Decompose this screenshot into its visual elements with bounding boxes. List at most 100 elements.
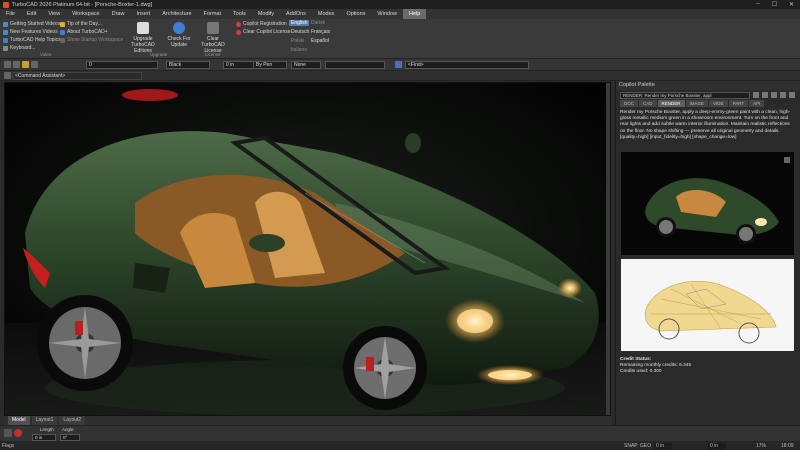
ribbon-group-upgrade: Upgrade bbox=[150, 52, 168, 57]
line-style-select[interactable] bbox=[325, 61, 385, 69]
stop-icon[interactable] bbox=[14, 429, 22, 437]
y-coordinate: 0 in bbox=[708, 442, 727, 449]
tab-render[interactable]: RENDER bbox=[657, 100, 685, 107]
tip-of-day-button[interactable]: Tip of the Day... bbox=[60, 21, 102, 27]
lang-dansk[interactable]: Dansk bbox=[309, 20, 327, 26]
menu-architecture[interactable]: Architecture bbox=[156, 9, 197, 19]
license-icon bbox=[207, 22, 219, 34]
clear-license-button[interactable]: Clear TurboCAD License bbox=[196, 22, 230, 54]
tab-vide[interactable]: VIDE bbox=[709, 100, 728, 107]
credits-used: Credits used: 0.300 bbox=[620, 369, 662, 374]
copy-icon[interactable] bbox=[753, 92, 759, 98]
lang-francais[interactable]: Français bbox=[309, 29, 332, 35]
layer-on-icon[interactable] bbox=[13, 61, 20, 68]
car-render-image bbox=[5, 83, 610, 415]
angle-input[interactable]: 0° bbox=[60, 434, 80, 441]
close-icon[interactable]: ✕ bbox=[789, 1, 794, 8]
keyboard-button[interactable]: Keyboard... bbox=[3, 45, 36, 51]
ribbon-group-video: Video bbox=[40, 52, 52, 57]
show-startup-button[interactable]: Show Startup Workspace bbox=[60, 37, 123, 43]
pen-select[interactable]: By Pen bbox=[253, 61, 287, 69]
status-flags: Flags bbox=[2, 442, 15, 449]
menu-modify[interactable]: Modify bbox=[252, 9, 280, 19]
lang-polski[interactable]: Polski bbox=[289, 38, 306, 44]
upgrade-button[interactable]: Upgrade TurboCAD Editions bbox=[126, 22, 160, 54]
tab-image[interactable]: IMAGE bbox=[685, 100, 709, 107]
lang-espanol[interactable]: Español bbox=[309, 38, 331, 44]
lang-english[interactable]: English bbox=[289, 20, 310, 26]
menu-icon[interactable] bbox=[784, 157, 790, 163]
command-assistant-input[interactable]: <Command Assistant> bbox=[12, 72, 142, 80]
tab-layout2[interactable]: Layout2 bbox=[59, 416, 86, 425]
back-icon[interactable] bbox=[771, 92, 777, 98]
menu-edit[interactable]: Edit bbox=[21, 9, 42, 19]
render-result-image[interactable] bbox=[621, 152, 794, 255]
menu-window[interactable]: Window bbox=[371, 9, 403, 19]
color-select[interactable]: Black bbox=[166, 61, 210, 69]
menu-insert[interactable]: Insert bbox=[130, 9, 156, 19]
clear-copilot-button[interactable]: Clear Copilot License bbox=[236, 29, 291, 35]
lang-deutsch[interactable]: Deutsch bbox=[289, 29, 311, 35]
tab-part[interactable]: PART bbox=[728, 100, 749, 107]
copilot-tabs: DOC CAD RENDER IMAGE VIDE PART API bbox=[620, 100, 765, 107]
check-update-button[interactable]: Check For Update bbox=[162, 22, 196, 48]
help-topics-button[interactable]: TurboCAD Help Topics bbox=[3, 37, 61, 43]
wireframe-image[interactable] bbox=[621, 259, 794, 351]
maximize-icon[interactable]: ☐ bbox=[772, 1, 777, 8]
info-icon bbox=[60, 29, 65, 35]
layer-select[interactable]: 0 bbox=[86, 61, 158, 69]
pattern-select[interactable]: None bbox=[291, 61, 321, 69]
menu-view[interactable]: View bbox=[42, 9, 66, 19]
lang-italiano[interactable]: Italiano bbox=[289, 47, 309, 53]
wireframe-thumbnail bbox=[621, 259, 794, 351]
menu-tools[interactable]: Tools bbox=[227, 9, 252, 19]
menu-file[interactable]: File bbox=[0, 9, 21, 19]
menu-options[interactable]: Options bbox=[340, 9, 371, 19]
selection-icon[interactable] bbox=[4, 429, 12, 437]
layout-tabs: Model Layout1 Layout2 bbox=[4, 416, 611, 425]
inspector-bar: Length Angle 0 in 0° bbox=[0, 425, 800, 441]
lock-icon[interactable] bbox=[22, 61, 29, 68]
menu-bar: File Edit View Workspace Draw Insert Arc… bbox=[0, 9, 800, 19]
forward-icon[interactable] bbox=[780, 92, 786, 98]
geo-toggle[interactable]: GEO bbox=[640, 443, 651, 449]
menu-format[interactable]: Format bbox=[198, 9, 227, 19]
command-toolbar: <Command Assistant> bbox=[0, 71, 800, 81]
tab-model[interactable]: Model bbox=[8, 416, 30, 425]
about-button[interactable]: About TurboCAD+ bbox=[60, 29, 108, 35]
find-icon[interactable] bbox=[395, 61, 402, 68]
tab-cad[interactable]: CAD bbox=[639, 100, 657, 107]
snap-toggle[interactable]: SNAP bbox=[624, 443, 638, 449]
app-logo-icon bbox=[3, 1, 9, 8]
minimize-icon[interactable]: – bbox=[756, 1, 759, 8]
copilot-registration-button[interactable]: Copilot Registration bbox=[236, 21, 287, 27]
menu-workspace[interactable]: Workspace bbox=[66, 9, 105, 19]
command-icon[interactable] bbox=[4, 72, 11, 79]
viewport-scrollbar[interactable] bbox=[606, 83, 610, 415]
length-input[interactable]: 0 in bbox=[32, 434, 56, 441]
copilot-request-select[interactable]: RENDER: Render my Porsche Boxster, appl bbox=[620, 92, 750, 99]
video-icon bbox=[3, 29, 8, 35]
menu-help[interactable]: Help bbox=[402, 9, 427, 19]
x-coordinate: 0 in bbox=[654, 442, 673, 449]
new-features-videos-button[interactable]: New Features Videos bbox=[3, 29, 58, 35]
layer-color-icon[interactable] bbox=[31, 61, 38, 68]
menu-modes[interactable]: Modes bbox=[312, 9, 341, 19]
layer-icon[interactable] bbox=[4, 61, 11, 68]
tab-doc[interactable]: DOC bbox=[620, 100, 638, 107]
tab-api[interactable]: API bbox=[749, 100, 765, 107]
length-label: Length bbox=[40, 427, 54, 432]
menu-addons[interactable]: AddOns bbox=[280, 9, 312, 19]
home-icon[interactable] bbox=[762, 92, 768, 98]
zoom-level: 17% bbox=[756, 442, 767, 449]
find-input[interactable]: <Find> bbox=[405, 61, 529, 69]
lightbulb-icon bbox=[60, 21, 65, 27]
tab-layout1[interactable]: Layout1 bbox=[31, 416, 58, 425]
getting-started-videos-button[interactable]: Getting Started Videos bbox=[3, 21, 60, 27]
menu-draw[interactable]: Draw bbox=[106, 9, 131, 19]
clock: 18:09 bbox=[781, 442, 794, 449]
drawing-viewport[interactable] bbox=[4, 82, 611, 416]
settings-icon[interactable] bbox=[789, 92, 795, 98]
copilot-palette: Copilot Palette RENDER: Render my Porsch… bbox=[615, 81, 800, 425]
properties-toolbar: 0 Black 0 in By Pen None <Find> bbox=[0, 59, 800, 71]
